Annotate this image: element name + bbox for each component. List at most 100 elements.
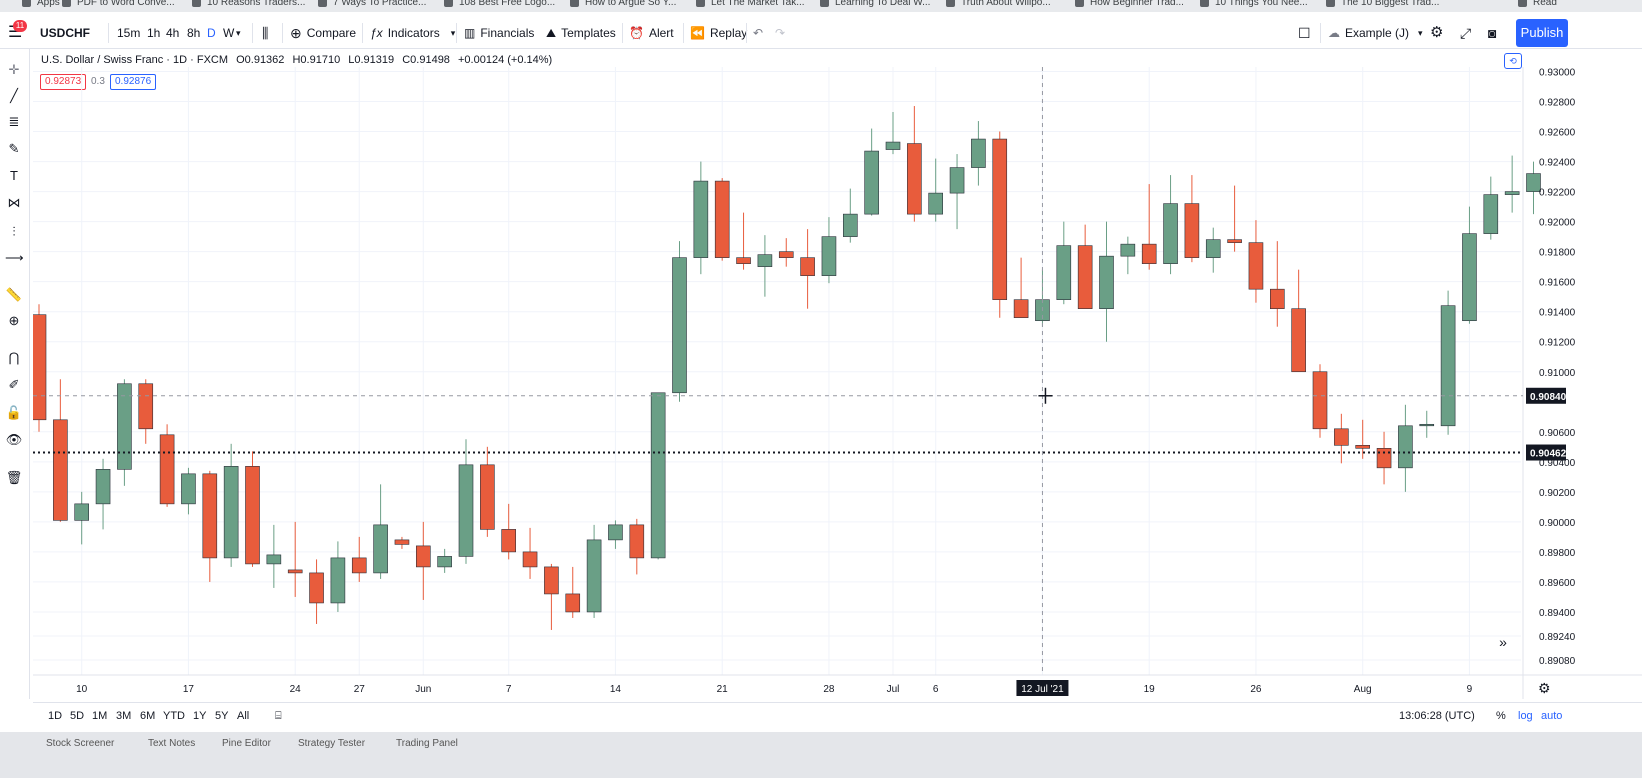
candle-body[interactable] — [778, 251, 794, 258]
candle-body[interactable] — [1398, 425, 1413, 469]
candle-body[interactable] — [1483, 194, 1499, 234]
candle-body[interactable] — [33, 314, 47, 421]
candle-body[interactable] — [1312, 371, 1328, 430]
lock-icon[interactable]: 🔓 — [5, 404, 23, 422]
magnet-icon[interactable]: ⋂ — [5, 349, 23, 367]
ruler-icon[interactable]: 📏 — [5, 286, 23, 304]
candle-body[interactable] — [650, 392, 666, 559]
candle-body[interactable] — [992, 138, 1008, 300]
candle-body[interactable] — [971, 138, 986, 168]
bookmark-item[interactable]: How to Argue So Y... — [570, 0, 676, 8]
candle-body[interactable] — [1462, 233, 1477, 322]
financials-button[interactable]: ▥ Financials — [464, 24, 534, 42]
range-1d[interactable]: 1D — [48, 710, 62, 722]
candle-body[interactable] — [608, 524, 623, 541]
bookmark-item[interactable]: Let The Market Tak... — [696, 0, 805, 8]
tab-strategy-tester[interactable]: Strategy Tester — [298, 738, 365, 749]
bookmark-item[interactable]: The 10 Biggest Trad... — [1326, 0, 1439, 8]
candle-body[interactable] — [928, 192, 944, 215]
candle-body[interactable] — [1141, 243, 1157, 264]
candle-body[interactable] — [351, 557, 367, 574]
bookmark-item[interactable]: PDF to Word Conve... — [62, 0, 175, 8]
interval-4h[interactable]: 4h — [166, 24, 179, 42]
candle-body[interactable] — [672, 257, 687, 394]
bookmark-item[interactable]: Read — [1518, 0, 1557, 8]
candle-body[interactable] — [757, 254, 773, 267]
candle-body[interactable] — [1291, 308, 1306, 373]
candle-body[interactable] — [53, 419, 68, 521]
camera-icon[interactable]: ◙ — [1488, 24, 1496, 42]
candle-body[interactable] — [864, 150, 879, 215]
candle-body[interactable] — [287, 569, 303, 574]
auto-toggle[interactable]: auto — [1541, 710, 1562, 722]
candle-body[interactable] — [821, 236, 837, 276]
candle-body[interactable] — [159, 434, 175, 505]
scroll-right-icon[interactable]: » — [1494, 633, 1512, 651]
range-all[interactable]: All — [237, 710, 249, 722]
candle-body[interactable] — [394, 539, 410, 545]
interval-w[interactable]: W — [223, 24, 234, 42]
interval-1h[interactable]: 1h — [147, 24, 160, 42]
range-ytd[interactable]: YTD — [163, 710, 185, 722]
fib-retracement-icon[interactable]: ≣ — [5, 113, 23, 131]
range-1m[interactable]: 1M — [92, 710, 107, 722]
tab-pine-editor[interactable]: Pine Editor — [222, 738, 271, 749]
bookmark-item[interactable]: 7 Ways To Practice... — [318, 0, 426, 8]
bookmark-item[interactable]: Learning To Deal W... — [820, 0, 930, 8]
crosshair-icon[interactable]: ✛ — [5, 61, 23, 79]
percent-toggle[interactable]: % — [1496, 710, 1506, 722]
candle-body[interactable] — [1077, 245, 1093, 309]
clock-time[interactable]: 13:06:28 (UTC) — [1399, 710, 1475, 722]
candle-body[interactable] — [437, 556, 452, 568]
brush-icon[interactable]: ✎ — [5, 140, 23, 158]
candle-body[interactable] — [544, 566, 559, 595]
range-5y[interactable]: 5Y — [215, 710, 228, 722]
goto-date-icon[interactable]: ⌸ — [275, 710, 282, 723]
candle-body[interactable] — [1248, 242, 1264, 290]
candle-body[interactable] — [842, 213, 858, 237]
candle-body[interactable] — [181, 473, 196, 505]
candle-body[interactable] — [373, 524, 388, 574]
bookmark-item[interactable]: 108 Best Free Logo... — [444, 0, 555, 8]
candle-body[interactable] — [74, 503, 90, 521]
eye-icon[interactable]: 👁 — [5, 431, 23, 449]
prediction-icon[interactable]: ⫶ — [5, 223, 23, 241]
candle-body[interactable] — [949, 167, 965, 194]
range-3m[interactable]: 3M — [116, 710, 131, 722]
candle-body[interactable] — [480, 464, 495, 530]
candle-body[interactable] — [1334, 428, 1349, 446]
tab-trading-panel[interactable]: Trading Panel — [396, 738, 458, 749]
candle-body[interactable] — [522, 551, 538, 568]
interval-d[interactable]: D — [207, 24, 216, 42]
layout-button[interactable]: ☁ Example (J) ▾ — [1328, 24, 1423, 42]
lock-draw-icon[interactable]: ✐ — [5, 376, 23, 394]
tab-text-notes[interactable]: Text Notes — [148, 738, 195, 749]
candle-body[interactable] — [693, 180, 709, 258]
gear-icon[interactable]: ⚙ — [1430, 24, 1443, 42]
indicators-button[interactable]: ƒx Indicators ▾ — [370, 24, 455, 42]
interval-8h[interactable]: 8h — [187, 24, 200, 42]
range-1y[interactable]: 1Y — [193, 710, 206, 722]
candle-body[interactable] — [309, 572, 324, 604]
candle-body[interactable] — [138, 383, 154, 430]
candle-body[interactable] — [415, 545, 431, 568]
candle-body[interactable] — [117, 383, 132, 470]
candle-body[interactable] — [714, 180, 730, 258]
text-icon[interactable]: T — [5, 167, 23, 185]
candle-body[interactable] — [885, 141, 901, 150]
candle-body[interactable] — [1056, 245, 1072, 300]
candle-body[interactable] — [1163, 203, 1178, 264]
range-6m[interactable]: 6M — [140, 710, 155, 722]
candle-body[interactable] — [501, 529, 517, 553]
range-5d[interactable]: 5D — [70, 710, 84, 722]
undo-icon[interactable]: ↶ — [753, 24, 763, 42]
candle-body[interactable] — [565, 593, 581, 613]
candles-icon[interactable]: ⫼ — [262, 24, 268, 42]
candle-body[interactable] — [586, 539, 602, 613]
log-toggle[interactable]: log — [1518, 710, 1533, 722]
interval-15m[interactable]: 15m — [117, 24, 140, 42]
replay-button[interactable]: ⏪ Replay — [690, 24, 747, 42]
candle-body[interactable] — [1120, 243, 1136, 257]
candle-body[interactable] — [202, 473, 218, 559]
bookmark-item[interactable]: 10 Things You Nee... — [1200, 0, 1308, 8]
